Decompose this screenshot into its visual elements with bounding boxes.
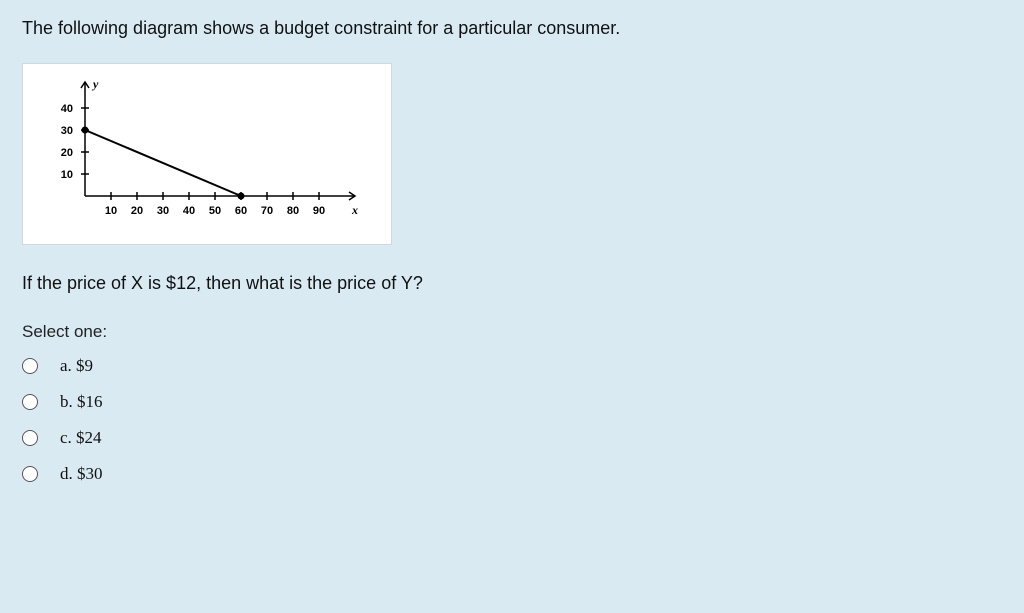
options-list: a. $9 b. $16 c. $24 d. $30 [22, 356, 1002, 484]
radio-icon[interactable] [22, 358, 38, 374]
option-c[interactable]: c. $24 [22, 428, 1002, 448]
svg-text:50: 50 [209, 205, 221, 217]
svg-text:20: 20 [131, 205, 143, 217]
option-a[interactable]: a. $9 [22, 356, 1002, 376]
radio-icon[interactable] [22, 430, 38, 446]
option-d[interactable]: d. $30 [22, 464, 1002, 484]
option-label: b. $16 [60, 392, 103, 412]
svg-text:30: 30 [61, 125, 73, 137]
svg-text:40: 40 [183, 205, 195, 217]
svg-text:40: 40 [61, 103, 73, 115]
svg-text:90: 90 [313, 205, 325, 217]
svg-text:30: 30 [157, 205, 169, 217]
x-axis-label: x [351, 203, 358, 217]
question-page: The following diagram shows a budget con… [0, 0, 1024, 502]
y-axis-label: y [91, 77, 99, 91]
option-label: a. $9 [60, 356, 93, 376]
x-intercept-point [238, 193, 245, 200]
svg-text:80: 80 [287, 205, 299, 217]
select-one-label: Select one: [22, 322, 1002, 342]
question-intro: The following diagram shows a budget con… [22, 18, 1002, 39]
budget-constraint-chart: 10 20 30 40 50 60 70 80 90 10 20 30 40 y… [22, 63, 392, 245]
radio-icon[interactable] [22, 466, 38, 482]
svg-text:20: 20 [61, 147, 73, 159]
option-label: d. $30 [60, 464, 103, 484]
radio-icon[interactable] [22, 394, 38, 410]
option-label: c. $24 [60, 428, 102, 448]
option-b[interactable]: b. $16 [22, 392, 1002, 412]
svg-text:70: 70 [261, 205, 273, 217]
svg-text:60: 60 [235, 205, 247, 217]
y-intercept-point [82, 127, 89, 134]
budget-constraint-line [85, 130, 241, 196]
question-followup: If the price of X is $12, then what is t… [22, 273, 1002, 294]
svg-text:10: 10 [105, 205, 117, 217]
svg-text:10: 10 [61, 169, 73, 181]
